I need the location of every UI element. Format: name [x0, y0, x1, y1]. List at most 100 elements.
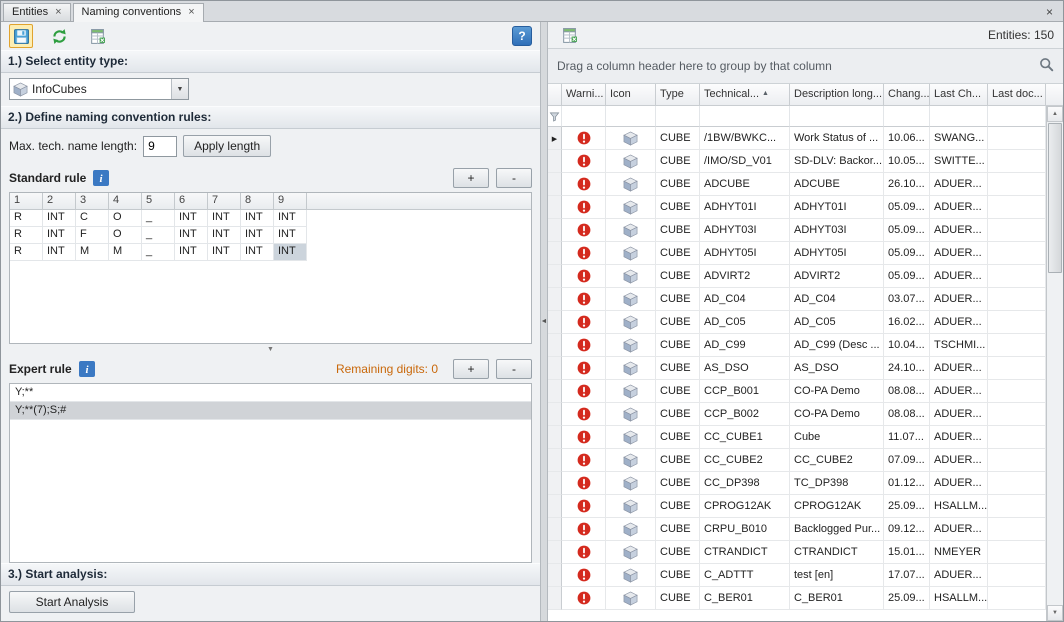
- standard-rule-cell[interactable]: INT: [241, 244, 274, 261]
- standard-rule-cell[interactable]: M: [109, 244, 142, 261]
- standard-rule-cell[interactable]: INT: [208, 244, 241, 261]
- chevron-down-icon[interactable]: ▼: [171, 79, 188, 99]
- table-row[interactable]: CUBEC_BER01C_BER0125.09...HSALLM...: [548, 587, 1046, 610]
- standard-rule-cell[interactable]: C: [76, 210, 109, 227]
- filter-cell[interactable]: [700, 106, 790, 127]
- filter-cell[interactable]: [606, 106, 656, 127]
- filter-row-indicator[interactable]: [548, 106, 562, 127]
- table-row[interactable]: CUBEADHYT03IADHYT03I05.09...ADUER...: [548, 219, 1046, 242]
- standard-rule-cell[interactable]: _: [142, 210, 175, 227]
- tab-entities[interactable]: Entities ×: [3, 3, 71, 21]
- max-length-input[interactable]: [143, 136, 177, 157]
- standard-rule-cell[interactable]: M: [76, 244, 109, 261]
- standard-rule-cell[interactable]: R: [10, 210, 43, 227]
- standard-rule-col-header[interactable]: 5: [142, 193, 175, 210]
- add-expert-rule-button[interactable]: +: [453, 359, 489, 379]
- filter-cell[interactable]: [656, 106, 700, 127]
- table-row[interactable]: CUBEADVIRT2ADVIRT205.09...ADUER...: [548, 265, 1046, 288]
- standard-rule-col-header[interactable]: 6: [175, 193, 208, 210]
- standard-rule-cell[interactable]: INT: [274, 227, 307, 244]
- table-row[interactable]: CUBEAS_DSOAS_DSO24.10...ADUER...: [548, 357, 1046, 380]
- table-row[interactable]: CUBECTRANDICTCTRANDICT15.01...NMEYER: [548, 541, 1046, 564]
- standard-rule-col-header[interactable]: 9: [274, 193, 307, 210]
- table-row[interactable]: CUBE/IMO/SD_V01SD-DLV: Backor...10.05...…: [548, 150, 1046, 173]
- standard-rule-cell[interactable]: INT: [175, 227, 208, 244]
- grid-col-header[interactable]: Chang...: [884, 84, 930, 106]
- search-icon[interactable]: [1039, 57, 1054, 75]
- table-row[interactable]: CUBEAD_C05AD_C0516.02...ADUER...: [548, 311, 1046, 334]
- panel-splitter[interactable]: ◄: [541, 22, 548, 621]
- table-row[interactable]: CUBEADCUBEADCUBE26.10...ADUER...: [548, 173, 1046, 196]
- grid-col-header[interactable]: Icon: [606, 84, 656, 106]
- grid-col-header[interactable]: Last Ch...: [930, 84, 988, 106]
- table-row[interactable]: CUBEADHYT05IADHYT05I05.09...ADUER...: [548, 242, 1046, 265]
- add-standard-rule-button[interactable]: +: [453, 168, 489, 188]
- standard-rule-cell[interactable]: INT: [274, 210, 307, 227]
- standard-rule-cell[interactable]: R: [10, 244, 43, 261]
- grid-col-header[interactable]: Description long...: [790, 84, 884, 106]
- save-button[interactable]: [9, 24, 33, 48]
- standard-rule-cell[interactable]: INT: [208, 227, 241, 244]
- filter-cell[interactable]: [930, 106, 988, 127]
- scrollbar-thumb[interactable]: [1048, 123, 1062, 273]
- filter-cell[interactable]: [562, 106, 606, 127]
- scrollbar-track[interactable]: [1047, 274, 1063, 605]
- table-row[interactable]: CUBECCP_B001CO-PA Demo08.08...ADUER...: [548, 380, 1046, 403]
- grid-col-header[interactable]: Technical...▲: [700, 84, 790, 106]
- table-row[interactable]: CUBECPROG12AKCPROG12AK25.09...HSALLM...: [548, 495, 1046, 518]
- standard-rule-cell[interactable]: INT: [43, 227, 76, 244]
- refresh-button[interactable]: [47, 24, 71, 48]
- start-analysis-button[interactable]: Start Analysis: [9, 591, 135, 613]
- filter-cell[interactable]: [884, 106, 930, 127]
- table-row[interactable]: CUBECC_CUBE2CC_CUBE207.09...ADUER...: [548, 449, 1046, 472]
- standard-rule-col-header[interactable]: 8: [241, 193, 274, 210]
- standard-rule-col-header[interactable]: 3: [76, 193, 109, 210]
- standard-rule-cell[interactable]: INT: [241, 227, 274, 244]
- standard-rule-cell[interactable]: INT: [43, 244, 76, 261]
- table-row[interactable]: CUBEAD_C99AD_C99 (Desc ...10.04...TSCHMI…: [548, 334, 1046, 357]
- standard-rule-col-header[interactable]: 7: [208, 193, 241, 210]
- entity-type-dropdown[interactable]: InfoCubes ▼: [9, 78, 189, 100]
- close-icon[interactable]: ×: [188, 8, 194, 17]
- table-row[interactable]: CUBEADHYT01IADHYT01I05.09...ADUER...: [548, 196, 1046, 219]
- remove-standard-rule-button[interactable]: -: [496, 168, 532, 188]
- table-row[interactable]: CUBECC_CUBE1Cube11.07...ADUER...: [548, 426, 1046, 449]
- standard-rule-cell[interactable]: INT: [208, 210, 241, 227]
- standard-rule-cell[interactable]: INT: [175, 210, 208, 227]
- help-button[interactable]: ?: [512, 26, 532, 46]
- standard-rule-cell[interactable]: _: [142, 244, 175, 261]
- apply-length-button[interactable]: Apply length: [183, 135, 271, 157]
- standard-rule-cell[interactable]: F: [76, 227, 109, 244]
- scroll-up-button[interactable]: ▲: [1047, 106, 1063, 122]
- grid-col-header[interactable]: Last doc...: [988, 84, 1046, 106]
- group-by-bar[interactable]: Drag a column header here to group by th…: [548, 48, 1063, 84]
- export-button[interactable]: [85, 24, 109, 48]
- expert-rule-row[interactable]: Y;**: [10, 384, 531, 402]
- export-button[interactable]: [557, 23, 581, 47]
- standard-rule-col-header[interactable]: 4: [109, 193, 142, 210]
- table-row[interactable]: ▶CUBE/1BW/BWKC...Work Status of ...10.06…: [548, 127, 1046, 150]
- standard-rule-cell[interactable]: R: [10, 227, 43, 244]
- standard-rule-col-header[interactable]: 2: [43, 193, 76, 210]
- expert-rule-row[interactable]: Y;**(7);S;#: [10, 402, 531, 420]
- close-icon[interactable]: ×: [1040, 5, 1059, 21]
- info-icon[interactable]: i: [79, 361, 95, 377]
- standard-rule-cell[interactable]: INT: [175, 244, 208, 261]
- standard-rule-cell[interactable]: INT: [274, 244, 307, 261]
- scroll-down-button[interactable]: ▼: [1047, 605, 1063, 621]
- table-row[interactable]: CUBECCP_B002CO-PA Demo08.08...ADUER...: [548, 403, 1046, 426]
- grid-col-header[interactable]: Warni...: [562, 84, 606, 106]
- grid-col-header[interactable]: Type: [656, 84, 700, 106]
- table-row[interactable]: CUBEC_ADTTTtest [en]17.07...ADUER...: [548, 564, 1046, 587]
- standard-rule-cell[interactable]: _: [142, 227, 175, 244]
- tab-naming-conventions[interactable]: Naming conventions ×: [73, 3, 204, 22]
- remove-expert-rule-button[interactable]: -: [496, 359, 532, 379]
- table-row[interactable]: CUBECC_DP398TC_DP39801.12...ADUER...: [548, 472, 1046, 495]
- collapse-handle[interactable]: ▼: [1, 344, 540, 355]
- vertical-scrollbar[interactable]: ▲ ▼: [1046, 106, 1063, 621]
- info-icon[interactable]: i: [93, 170, 109, 186]
- standard-rule-cell[interactable]: O: [109, 227, 142, 244]
- filter-cell[interactable]: [790, 106, 884, 127]
- table-row[interactable]: CUBECRPU_B010Backlogged Pur...09.12...AD…: [548, 518, 1046, 541]
- standard-rule-cell[interactable]: INT: [241, 210, 274, 227]
